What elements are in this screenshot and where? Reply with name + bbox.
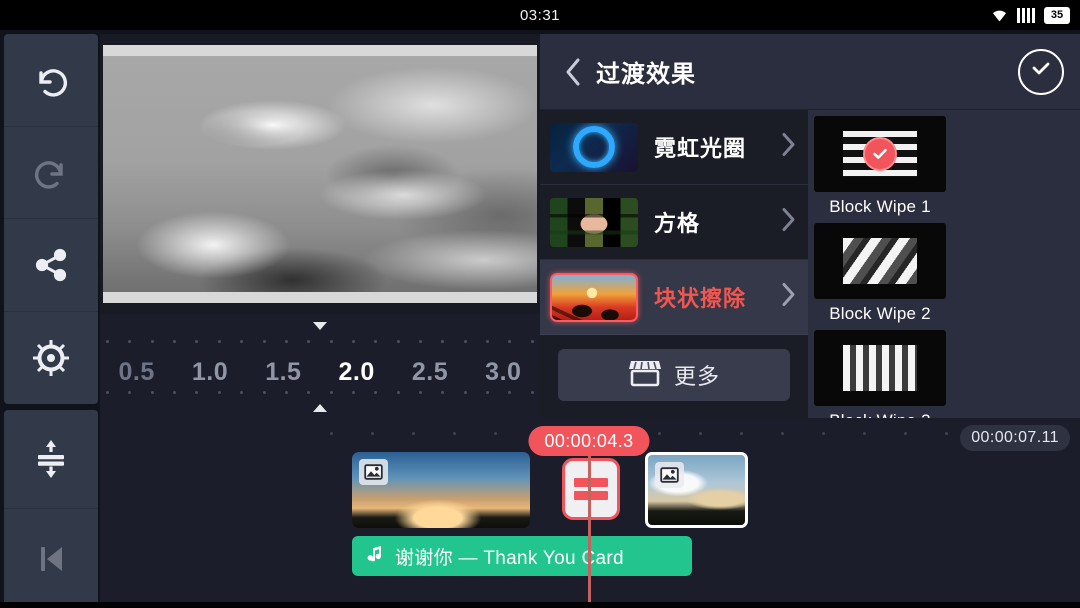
video-clip-2-selected[interactable] — [645, 452, 748, 528]
duration-caret-bottom-icon — [313, 404, 327, 412]
effect-item-block-wipe-2[interactable]: Block Wipe 2 — [814, 223, 946, 324]
more-section: 更多 — [540, 335, 808, 401]
duration-dots-lower — [100, 391, 540, 394]
more-button[interactable]: 更多 — [558, 349, 790, 401]
status-bar: 03:31 35 — [0, 0, 1080, 30]
effect-label: Block Wipe 1 — [829, 197, 931, 216]
video-clip-1[interactable] — [352, 452, 530, 528]
category-item-grid[interactable]: 方格 — [540, 185, 808, 260]
effect-item-block-wipe-1[interactable]: Block Wipe 1 — [814, 116, 946, 217]
category-thumbnail — [550, 197, 638, 247]
redo-button[interactable] — [4, 127, 98, 219]
category-label: 霓虹光圈 — [654, 136, 747, 161]
bottom-edge — [0, 602, 1080, 608]
skip-to-start-button[interactable] — [4, 509, 98, 608]
preview-frame — [103, 45, 537, 303]
toolbar-group-secondary — [4, 410, 98, 608]
category-label: 方格 — [654, 211, 701, 236]
duration-tick-1[interactable]: 1.0 — [173, 358, 246, 387]
panel-body: 霓虹光圈 方格 块状擦除 更多 Block Wipe 1 Block Wipe … — [540, 110, 1080, 418]
more-button-label: 更多 — [673, 364, 720, 389]
check-icon — [1029, 57, 1053, 86]
expand-tracks-button[interactable] — [4, 410, 98, 509]
duration-caret-top-icon — [313, 322, 327, 330]
share-icon — [31, 245, 71, 285]
chevron-left-icon[interactable] — [560, 57, 586, 87]
expand-tracks-icon — [31, 438, 71, 480]
timeline-ruler-dots — [330, 432, 1030, 435]
transition-bar-bottom — [574, 491, 608, 500]
status-indicators: 35 — [991, 0, 1070, 30]
transition-category-list[interactable]: 霓虹光圈 方格 块状擦除 更多 — [540, 110, 808, 418]
transition-bar-top — [574, 478, 608, 487]
duration-tick-4[interactable]: 2.5 — [393, 358, 466, 387]
skip-to-start-icon — [32, 539, 70, 579]
duration-scale: 0.5 1.0 1.5 2.0 2.5 3.0 — [100, 352, 540, 392]
chevron-right-icon — [781, 282, 796, 313]
chevron-right-icon — [781, 207, 796, 238]
preview-letterbox-bottom — [103, 292, 537, 303]
playhead-time-badge: 00:00:04.3 — [528, 426, 650, 456]
effect-thumbnail — [814, 330, 946, 406]
effect-thumbnail — [814, 223, 946, 299]
timeline[interactable]: 00:00:07.11 谢谢你 — Thank You Card 00:00:0… — [100, 418, 1080, 608]
total-duration-label: 00:00:07.11 — [960, 425, 1070, 451]
category-item-block-wipe[interactable]: 块状擦除 — [540, 260, 808, 335]
duration-slider[interactable]: 0.5 1.0 1.5 2.0 2.5 3.0 — [100, 314, 540, 418]
duration-tick-5[interactable]: 3.0 — [467, 358, 540, 387]
undo-icon — [30, 59, 72, 101]
effect-art — [843, 345, 917, 391]
duration-tick-0[interactable]: 0.5 — [100, 358, 173, 387]
image-icon — [655, 462, 684, 488]
image-icon — [359, 459, 388, 485]
duration-dots-upper — [100, 340, 540, 343]
store-icon — [628, 358, 662, 393]
wifi-icon — [991, 8, 1008, 22]
preview-image — [103, 45, 537, 303]
panel-title: 过渡效果 — [596, 61, 696, 88]
gear-icon — [31, 338, 71, 378]
duration-tick-2[interactable]: 1.5 — [247, 358, 320, 387]
video-editor-app: 03:31 35 0.5 1.0 1.5 2.0 2.5 3.0 过渡效果 霓虹… — [0, 0, 1080, 608]
duration-tick-3-selected[interactable]: 2.0 — [320, 358, 393, 387]
effect-label: Block Wipe 2 — [829, 304, 931, 323]
effect-item-block-wipe-3[interactable]: Block Wipe 3 — [814, 330, 946, 418]
undo-button[interactable] — [4, 34, 98, 127]
category-thumbnail — [550, 122, 638, 172]
selected-check-icon — [863, 137, 897, 171]
signal-bars-icon — [1017, 7, 1035, 23]
toolbar-group-primary — [4, 34, 98, 404]
video-preview[interactable] — [100, 34, 540, 314]
panel-header: 过渡效果 — [540, 34, 1080, 110]
effect-art — [843, 238, 917, 284]
left-toolbar — [0, 34, 100, 608]
transition-marker-button[interactable] — [562, 458, 620, 520]
effect-label: Block Wipe 3 — [814, 411, 946, 418]
transition-effects-grid[interactable]: Block Wipe 1 Block Wipe 2 Block Wipe 3 — [808, 110, 1080, 418]
battery-indicator: 35 — [1044, 6, 1070, 24]
preview-letterbox-top — [103, 45, 537, 56]
status-clock: 03:31 — [519, 6, 561, 24]
category-label: 块状擦除 — [654, 286, 747, 311]
confirm-button[interactable] — [1018, 48, 1064, 95]
playhead-line[interactable] — [588, 456, 591, 608]
chevron-right-icon — [781, 132, 796, 163]
category-item-neon-ring[interactable]: 霓虹光圈 — [540, 110, 808, 185]
audio-track-clip[interactable]: 谢谢你 — Thank You Card — [352, 536, 692, 576]
effect-thumbnail — [814, 116, 946, 192]
settings-button[interactable] — [4, 312, 98, 405]
share-button[interactable] — [4, 219, 98, 312]
transition-panel: 过渡效果 霓虹光圈 方格 块状擦除 更多 Block Wipe 1 Block … — [540, 34, 1080, 418]
category-thumbnail — [550, 272, 638, 322]
music-note-icon — [364, 543, 384, 570]
redo-icon — [30, 151, 72, 193]
